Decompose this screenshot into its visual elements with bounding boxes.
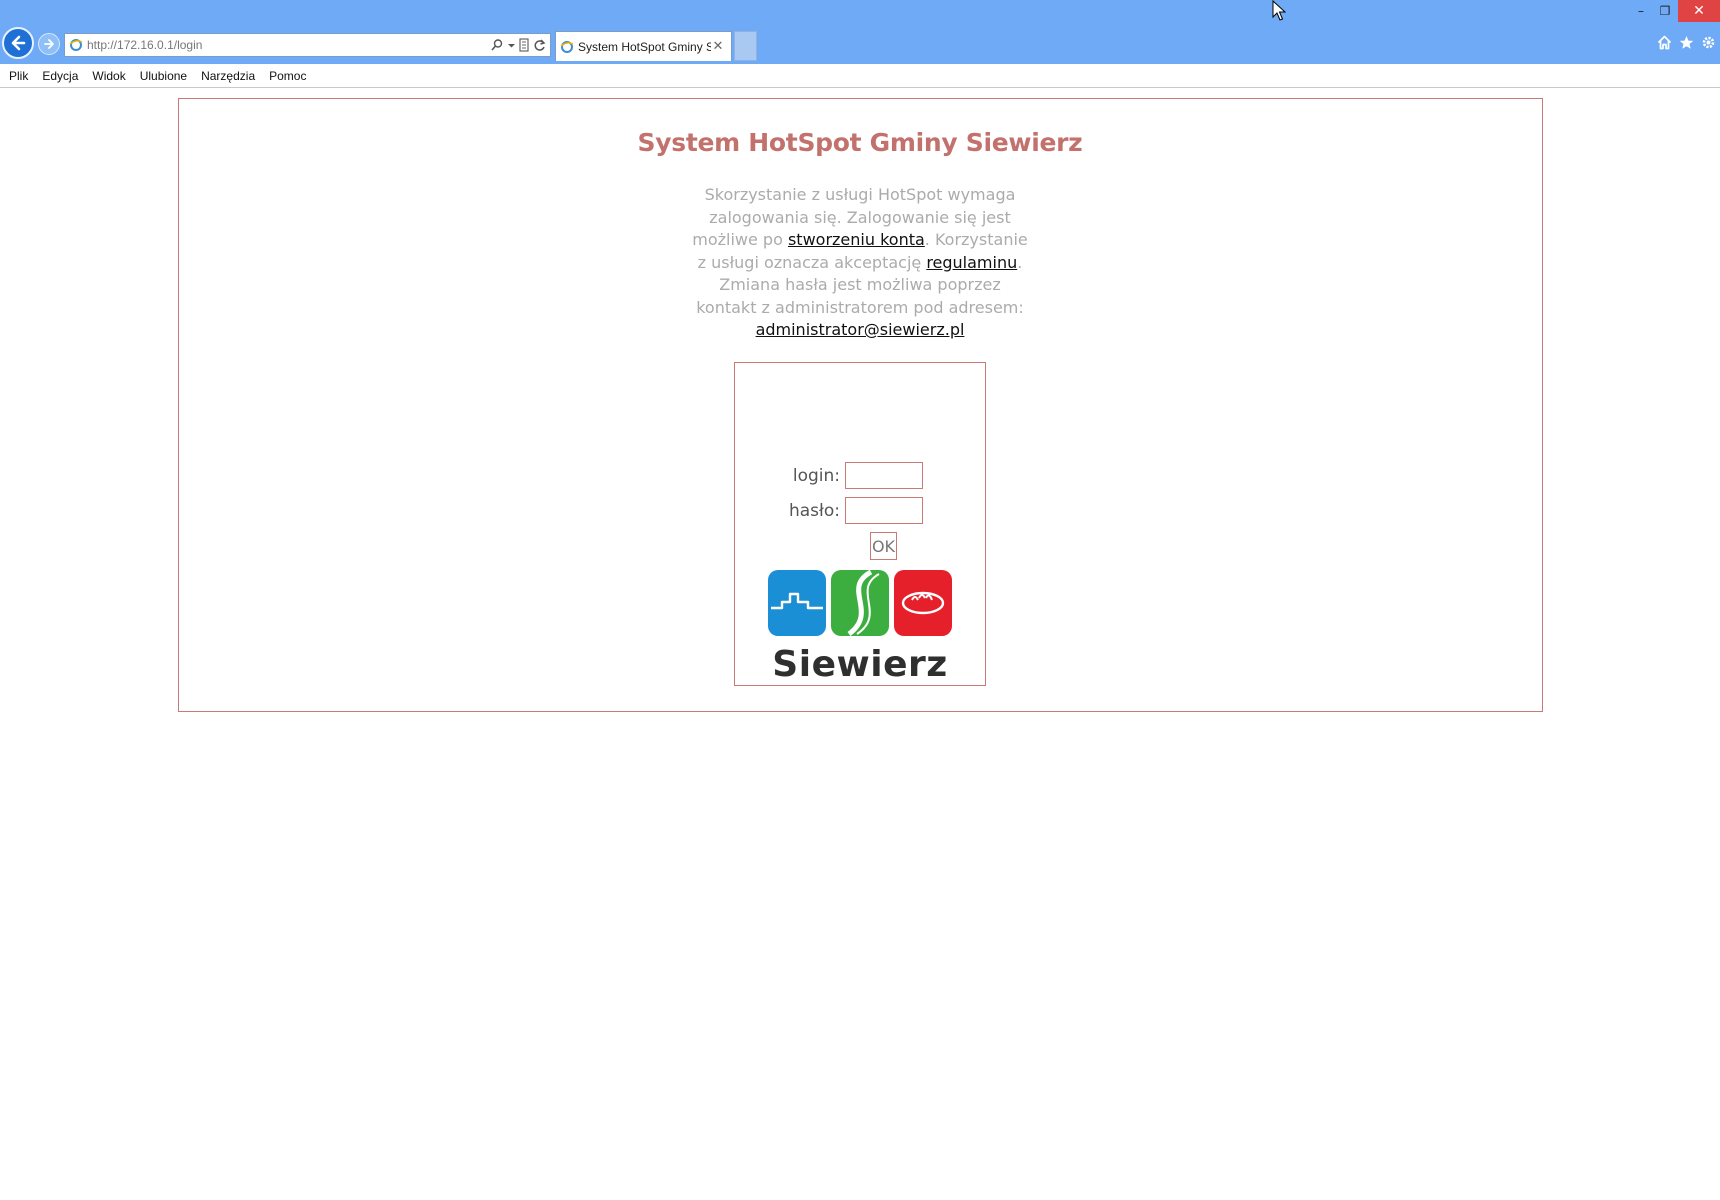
create-account-link[interactable]: stworzeniu konta [788, 230, 925, 249]
menu-bar: Plik Edycja Widok Ulubione Narzędzia Pom… [0, 64, 1720, 88]
siewierz-logo: Siewierz [768, 569, 952, 685]
close-window-button[interactable]: ✕ [1678, 0, 1720, 22]
minimize-button[interactable]: – [1628, 0, 1654, 22]
home-icon[interactable] [1656, 34, 1672, 50]
forward-arrow-icon [44, 39, 54, 49]
back-arrow-icon [11, 35, 26, 51]
back-button[interactable] [2, 27, 34, 59]
ok-button[interactable]: OK [870, 532, 897, 560]
mouse-cursor-icon [1272, 0, 1286, 21]
admin-email-link[interactable]: administrator@siewierz.pl [756, 320, 965, 339]
forward-button[interactable] [38, 33, 60, 55]
login-input[interactable] [845, 462, 923, 489]
password-row: hasło: [730, 497, 923, 524]
logo-tile-green [831, 569, 889, 637]
tab-close-icon[interactable]: ✕ [711, 39, 725, 54]
password-label: hasło: [788, 500, 840, 521]
login-row: login: [730, 462, 923, 489]
address-bar[interactable]: http://172.16.0.1/login [64, 33, 551, 57]
menu-file[interactable]: Plik [9, 69, 28, 83]
tab-favicon-icon [560, 40, 574, 54]
menu-edit[interactable]: Edycja [42, 69, 78, 83]
page-title: System HotSpot Gminy Siewierz [637, 128, 1083, 157]
menu-tools[interactable]: Narzędzia [201, 69, 255, 83]
menu-view[interactable]: Widok [92, 69, 125, 83]
refresh-icon[interactable] [533, 38, 546, 52]
logo-wordmark: Siewierz [772, 644, 948, 685]
tab-hotspot[interactable]: System HotSpot Gminy Sie... ✕ [555, 31, 732, 61]
compat-view-icon[interactable] [519, 38, 529, 52]
menu-help[interactable]: Pomoc [269, 69, 306, 83]
settings-gear-icon[interactable] [1700, 34, 1716, 50]
login-label: login: [792, 465, 840, 486]
logo-tile-red [894, 570, 952, 636]
search-icon[interactable] [490, 38, 504, 52]
intro-text: Skorzystanie z usługi HotSpot wymaga zal… [690, 184, 1030, 342]
terms-link[interactable]: regulaminu [926, 253, 1017, 272]
favorites-star-icon[interactable] [1678, 34, 1694, 50]
password-input[interactable] [845, 497, 923, 524]
chevron-down-icon[interactable] [508, 42, 515, 49]
ie-icon [69, 38, 83, 52]
maximize-button[interactable]: ❐ [1652, 0, 1678, 22]
logo-tile-blue [768, 570, 826, 636]
new-tab-button[interactable] [734, 31, 757, 61]
tab-title: System HotSpot Gminy Sie... [578, 39, 711, 54]
url-text[interactable]: http://172.16.0.1/login [87, 38, 490, 52]
menu-favorites[interactable]: Ulubione [140, 69, 187, 83]
